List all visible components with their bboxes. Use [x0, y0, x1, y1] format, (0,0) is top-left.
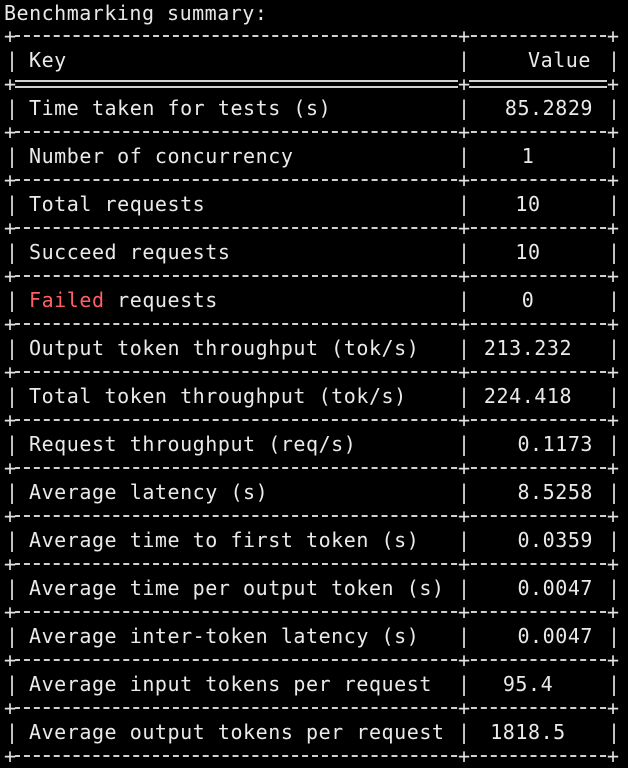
row-value: 1	[521, 144, 535, 168]
table-row: + + + | Output token throughput (tok/s) | 213.…	[4, 312, 621, 360]
table-row: + + + | Average latency (s) | 8.5258 |	[4, 456, 621, 504]
row-separator: + + +	[4, 120, 620, 144]
table-row: + + + | Total requests | 10 |	[4, 168, 621, 216]
terminal-window: Benchmarking summary: + + + | Key | Valu…	[0, 0, 628, 768]
row-value: 0.0047	[517, 576, 593, 600]
row-value: 213.232	[483, 336, 573, 360]
row-value: 0.0047	[517, 624, 593, 648]
row-key: Failed requests	[29, 288, 218, 312]
table-row: + + + | Total token throughput (tok/s) | 224.4…	[4, 360, 621, 408]
row-key: Average output tokens per request	[29, 720, 445, 744]
row-value: 85.2829	[504, 96, 593, 120]
table-bottom-border: + + +	[4, 744, 620, 768]
row-separator: + + +	[4, 408, 620, 432]
table-row: + + + | Time taken for tests (s) | 85.2829 |	[4, 72, 621, 120]
row-key: Request throughput (req/s)	[29, 432, 357, 456]
table-row: + + + | Average time to first token (s) | 0.03…	[4, 504, 621, 552]
row-key: Average time to first token (s)	[29, 528, 420, 552]
row-separator: + + +	[4, 696, 620, 720]
table-row: + + + | Average output tokens per request | 18…	[4, 696, 621, 744]
row-separator: + + +	[4, 456, 620, 480]
row-separator: + + +	[4, 600, 620, 624]
row-key: Time taken for tests (s)	[29, 96, 332, 120]
row-key-rest: requests	[104, 288, 218, 312]
table-row: + + + | Succeed requests | 10 |	[4, 216, 621, 264]
row-value: 10	[515, 192, 541, 216]
table-header-separator: + + +	[4, 72, 620, 96]
row-key: Total token throughput (tok/s)	[29, 384, 407, 408]
row-value: 8.5258	[517, 480, 593, 504]
row-separator: + + +	[4, 312, 620, 336]
row-key: Succeed requests	[29, 240, 231, 264]
table-row: + + + | Average time per output token (s) | 0.…	[4, 552, 621, 600]
row-key: Number of concurrency	[29, 144, 294, 168]
row-key: Output token throughput (tok/s)	[29, 336, 420, 360]
row-value: 0.0359	[517, 528, 593, 552]
row-key: Average latency (s)	[29, 480, 269, 504]
row-value: 0.1173	[517, 432, 593, 456]
benchmark-table: + + + | Key | Value | + + + | Time taken for…	[0, 24, 628, 768]
table-row: + + + | Request throughput (req/s) | 0.1173 |	[4, 408, 621, 456]
table-top-border: + + +	[4, 24, 620, 48]
failed-label: Failed	[29, 288, 105, 312]
row-value: 224.418	[483, 384, 573, 408]
table-header: + + + | Key | Value |	[4, 24, 621, 72]
summary-title: Benchmarking summary:	[4, 1, 268, 25]
row-separator: + + +	[4, 216, 620, 240]
row-separator: + + +	[4, 504, 620, 528]
row-key: Average time per output token (s)	[29, 576, 445, 600]
row-value: 95.4	[502, 672, 554, 696]
row-key: Total requests	[29, 192, 206, 216]
row-value: 1818.5	[490, 720, 566, 744]
row-value: 10	[515, 240, 541, 264]
table-row: + + + | Average input tokens per request | 95.…	[4, 648, 621, 696]
header-key: Key	[29, 48, 67, 72]
row-separator: + + +	[4, 648, 620, 672]
row-value: 0	[521, 288, 535, 312]
row-key: Average inter-token latency (s)	[29, 624, 420, 648]
table-row: + + + | Average inter-token latency (s) | 0.00…	[4, 600, 621, 648]
header-value: Value	[528, 48, 591, 72]
table-row: + + + | Number of concurrency | 1 |	[4, 120, 621, 168]
table-row: + + + | Failed requests | 0 |	[4, 264, 621, 312]
row-separator: + + +	[4, 264, 620, 288]
row-separator: + + +	[4, 360, 620, 384]
row-separator: + + +	[4, 552, 620, 576]
row-separator: + + +	[4, 168, 620, 192]
row-key: Average input tokens per request	[29, 672, 432, 696]
